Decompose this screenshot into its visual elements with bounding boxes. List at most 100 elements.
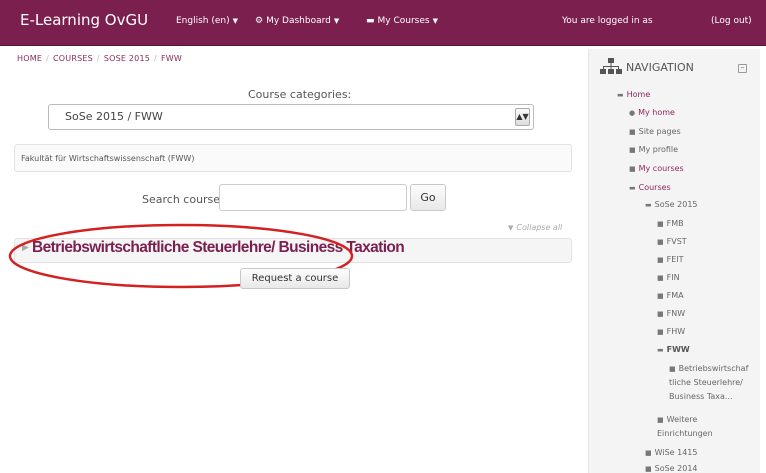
- category-description: Fakultät für Wirtschaftswissenschaft (FW…: [14, 144, 572, 172]
- folder-open-icon: ▬: [617, 91, 624, 99]
- expand-arrow-icon[interactable]: ▶: [22, 243, 29, 253]
- request-course-button[interactable]: Request a course: [240, 268, 350, 289]
- nav-weitere-line-1: Weitere: [666, 415, 698, 424]
- nav-sose2015-label: SoSe 2015: [654, 200, 698, 209]
- folder-icon: ■: [657, 310, 664, 318]
- caret-down-icon: ▼: [432, 17, 438, 25]
- search-go-button[interactable]: Go: [410, 184, 446, 211]
- nav-fww-label: FWW: [666, 345, 690, 354]
- collapse-block-icon[interactable]: –: [738, 64, 747, 73]
- folder-icon: ■: [657, 274, 664, 282]
- navigation-title: NAVIGATION: [626, 61, 694, 74]
- folder-icon: ■: [657, 416, 664, 424]
- search-courses-input[interactable]: [219, 184, 407, 211]
- breadcrumb-sose2015[interactable]: SOSE 2015: [104, 54, 150, 63]
- caret-down-icon: ▼: [333, 17, 340, 25]
- nav-courses-label: Courses: [638, 183, 671, 192]
- briefcase-icon: ▬: [366, 16, 375, 26]
- caret-down-icon: ▼: [232, 17, 239, 25]
- logout-link[interactable]: (Log out): [711, 16, 752, 26]
- top-navbar: E-Learning OvGU English (en) ▼ ⚙ My Dashbo…: [0, 0, 766, 46]
- dashboard-label: My Dashboard: [266, 16, 331, 26]
- nav-faculty[interactable]: ■ FEIT: [657, 255, 684, 264]
- category-select[interactable]: SoSe 2015 / FWW ▲▼: [48, 104, 534, 130]
- dashboard-icon: ⚙: [255, 16, 264, 26]
- sitemap-icon: [600, 58, 622, 74]
- nav-weitere-line-2: Einrichtungen: [657, 429, 713, 438]
- collapse-all-link[interactable]: ▼ Collapse all: [508, 223, 562, 232]
- nav-faculty-label: FHW: [666, 327, 686, 336]
- my-courses-menu[interactable]: ▬ My Courses ▼: [366, 16, 438, 26]
- nav-my-home[interactable]: ● My home: [629, 108, 675, 117]
- nav-faculty-label: FMB: [666, 219, 684, 228]
- nav-faculty[interactable]: ■ FIN: [657, 273, 680, 282]
- folder-icon: ■: [629, 165, 636, 173]
- language-label: English (en): [176, 16, 230, 26]
- category-select-value: SoSe 2015 / FWW: [65, 110, 163, 123]
- nav-wise1415[interactable]: ■ WiSe 1415: [645, 448, 697, 457]
- nav-my-home-label: My home: [638, 108, 675, 117]
- nav-sose2014[interactable]: ■ SoSe 2014: [645, 464, 698, 473]
- language-menu[interactable]: English (en) ▼: [176, 16, 238, 26]
- breadcrumb-separator: /: [154, 54, 157, 63]
- folder-icon: ■: [629, 146, 636, 154]
- nav-my-profile[interactable]: ■ My profile: [629, 145, 678, 154]
- nav-faculty[interactable]: ■ FMA: [657, 291, 684, 300]
- nav-home[interactable]: ▬ Home: [617, 90, 650, 99]
- breadcrumb-separator: /: [46, 54, 49, 63]
- folder-icon: ■: [657, 292, 664, 300]
- nav-faculty-label: FIN: [666, 273, 680, 282]
- folder-icon: ■: [645, 465, 652, 473]
- nav-course-line: ■ Betriebswirtschaf: [669, 362, 748, 376]
- nav-my-courses[interactable]: ■ My courses: [629, 164, 684, 173]
- nav-faculty[interactable]: ■ FHW: [657, 327, 685, 336]
- nav-sose2015[interactable]: ▬ SoSe 2015: [645, 200, 698, 209]
- nav-faculty[interactable]: ■ FMB: [657, 219, 684, 228]
- folder-icon: ■: [657, 328, 664, 336]
- folder-open-icon: ▬: [629, 184, 636, 192]
- nav-faculty-label: FVST: [666, 237, 687, 246]
- nav-weitere-line: ■ Weitere: [657, 413, 713, 427]
- course-title-link[interactable]: Betriebswirtschaftliche Steuerlehre/ Bus…: [32, 239, 405, 257]
- nav-fww[interactable]: ▬ FWW: [657, 345, 690, 354]
- folder-icon: ■: [669, 365, 676, 373]
- nav-home-label: Home: [626, 90, 651, 99]
- folder-icon: ■: [645, 449, 652, 457]
- breadcrumb-home[interactable]: HOME: [17, 54, 42, 63]
- nav-site-pages[interactable]: ■ Site pages: [629, 127, 681, 136]
- nav-courses[interactable]: ▬ Courses: [629, 183, 671, 192]
- nav-faculty[interactable]: ■ FVST: [657, 237, 687, 246]
- collapse-all-label: Collapse all: [516, 223, 563, 232]
- folder-open-icon: ▬: [645, 201, 652, 209]
- nav-sose2014-label: SoSe 2014: [654, 464, 698, 473]
- logged-in-text: You are logged in as: [562, 16, 653, 26]
- nav-faculty-label: FMA: [666, 291, 684, 300]
- course-categories-label: Course categories:: [248, 88, 352, 101]
- breadcrumb-courses[interactable]: COURSES: [53, 54, 93, 63]
- nav-my-courses-label: My courses: [638, 164, 684, 173]
- nav-weitere-einrichtungen[interactable]: ■ Weitere Einrichtungen: [657, 413, 713, 441]
- my-courses-label: My Courses: [377, 16, 430, 26]
- nav-faculty-label: FEIT: [666, 255, 684, 264]
- nav-course-line-2: tliche Steuerlehre/: [669, 378, 743, 387]
- nav-wise1415-label: WiSe 1415: [654, 448, 698, 457]
- nav-my-profile-label: My profile: [638, 145, 679, 154]
- breadcrumb: HOME / COURSES / SOSE 2015/FWW: [17, 54, 182, 63]
- search-courses-label: Search courses:: [142, 193, 230, 206]
- breadcrumb-separator: /: [96, 54, 100, 63]
- folder-icon: ■: [657, 256, 664, 264]
- select-arrow-icon: ▲▼: [515, 108, 530, 126]
- triangle-down-icon: ▼: [508, 224, 514, 232]
- breadcrumb-fww[interactable]: FWW: [161, 54, 182, 63]
- nav-course-line-1: Betriebswirtschaf: [678, 364, 749, 373]
- dashboard-menu[interactable]: ⚙ My Dashboard ▼: [255, 16, 339, 26]
- folder-icon: ■: [657, 220, 664, 228]
- nav-course-item[interactable]: ■ Betriebswirtschaf tliche Steuerlehre/ B…: [669, 362, 748, 404]
- nav-site-pages-label: Site pages: [638, 127, 681, 136]
- folder-icon: ■: [657, 238, 664, 246]
- nav-faculty[interactable]: ■ FNW: [657, 309, 685, 318]
- folder-icon: ■: [629, 128, 636, 136]
- site-brand-link[interactable]: E-Learning OvGU: [20, 11, 148, 29]
- bullet-icon: ●: [629, 109, 636, 117]
- nav-course-line-3: Business Taxa...: [669, 392, 733, 401]
